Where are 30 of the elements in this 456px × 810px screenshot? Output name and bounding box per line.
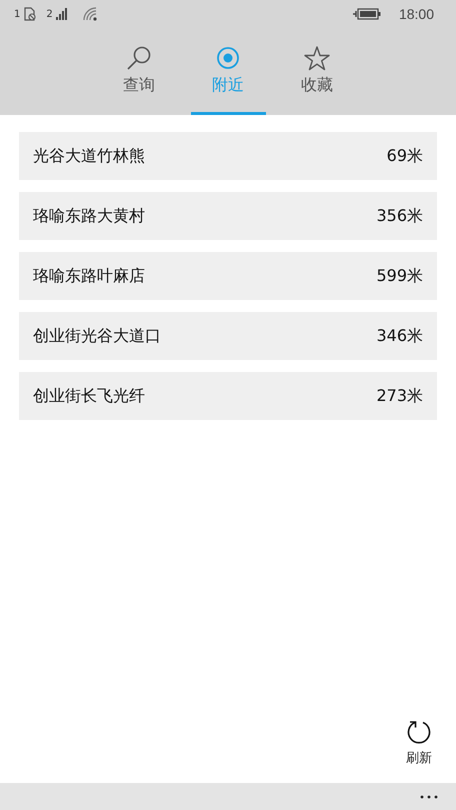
place-name: 珞喻东路叶麻店 xyxy=(33,266,145,286)
tab[interactable]: 查询 xyxy=(102,39,176,115)
place-distance: 69米 xyxy=(386,146,423,166)
clock-time: 18:00 xyxy=(398,6,434,22)
star-icon xyxy=(304,45,330,71)
wifi-icon xyxy=(82,7,99,21)
place-distance: 356米 xyxy=(376,206,423,226)
place-name: 光谷大道竹林熊 xyxy=(33,146,145,166)
search-icon xyxy=(126,45,152,71)
location-target-icon xyxy=(215,45,241,71)
place-name: 创业街长飞光纤 xyxy=(33,386,145,406)
place-distance: 599米 xyxy=(376,266,423,286)
place-name: 珞喻东路大黄村 xyxy=(33,206,145,226)
sim-icon xyxy=(23,7,38,21)
place-item[interactable]: 创业街长飞光纤 273米 xyxy=(19,372,437,420)
place-distance: 346米 xyxy=(376,326,423,346)
place-distance: 273米 xyxy=(376,386,423,406)
more-icon[interactable] xyxy=(420,794,438,798)
place-item[interactable]: 光谷大道竹林熊 69米 xyxy=(19,132,437,180)
tab[interactable]: 收藏 xyxy=(280,39,354,115)
place-name: 创业街光谷大道口 xyxy=(33,326,161,346)
place-item[interactable]: 珞喻东路大黄村 356米 xyxy=(19,192,437,240)
place-item[interactable]: 创业街光谷大道口 346米 xyxy=(19,312,437,360)
sim-number: 1 xyxy=(14,9,20,20)
refresh-button[interactable]: 刷新 xyxy=(404,717,434,769)
place-item[interactable]: 珞喻东路叶麻店 599米 xyxy=(19,252,437,300)
battery-icon xyxy=(352,8,381,20)
refresh-icon xyxy=(406,719,432,745)
signal-icon xyxy=(56,8,70,20)
sim-number: 2 xyxy=(46,9,53,20)
